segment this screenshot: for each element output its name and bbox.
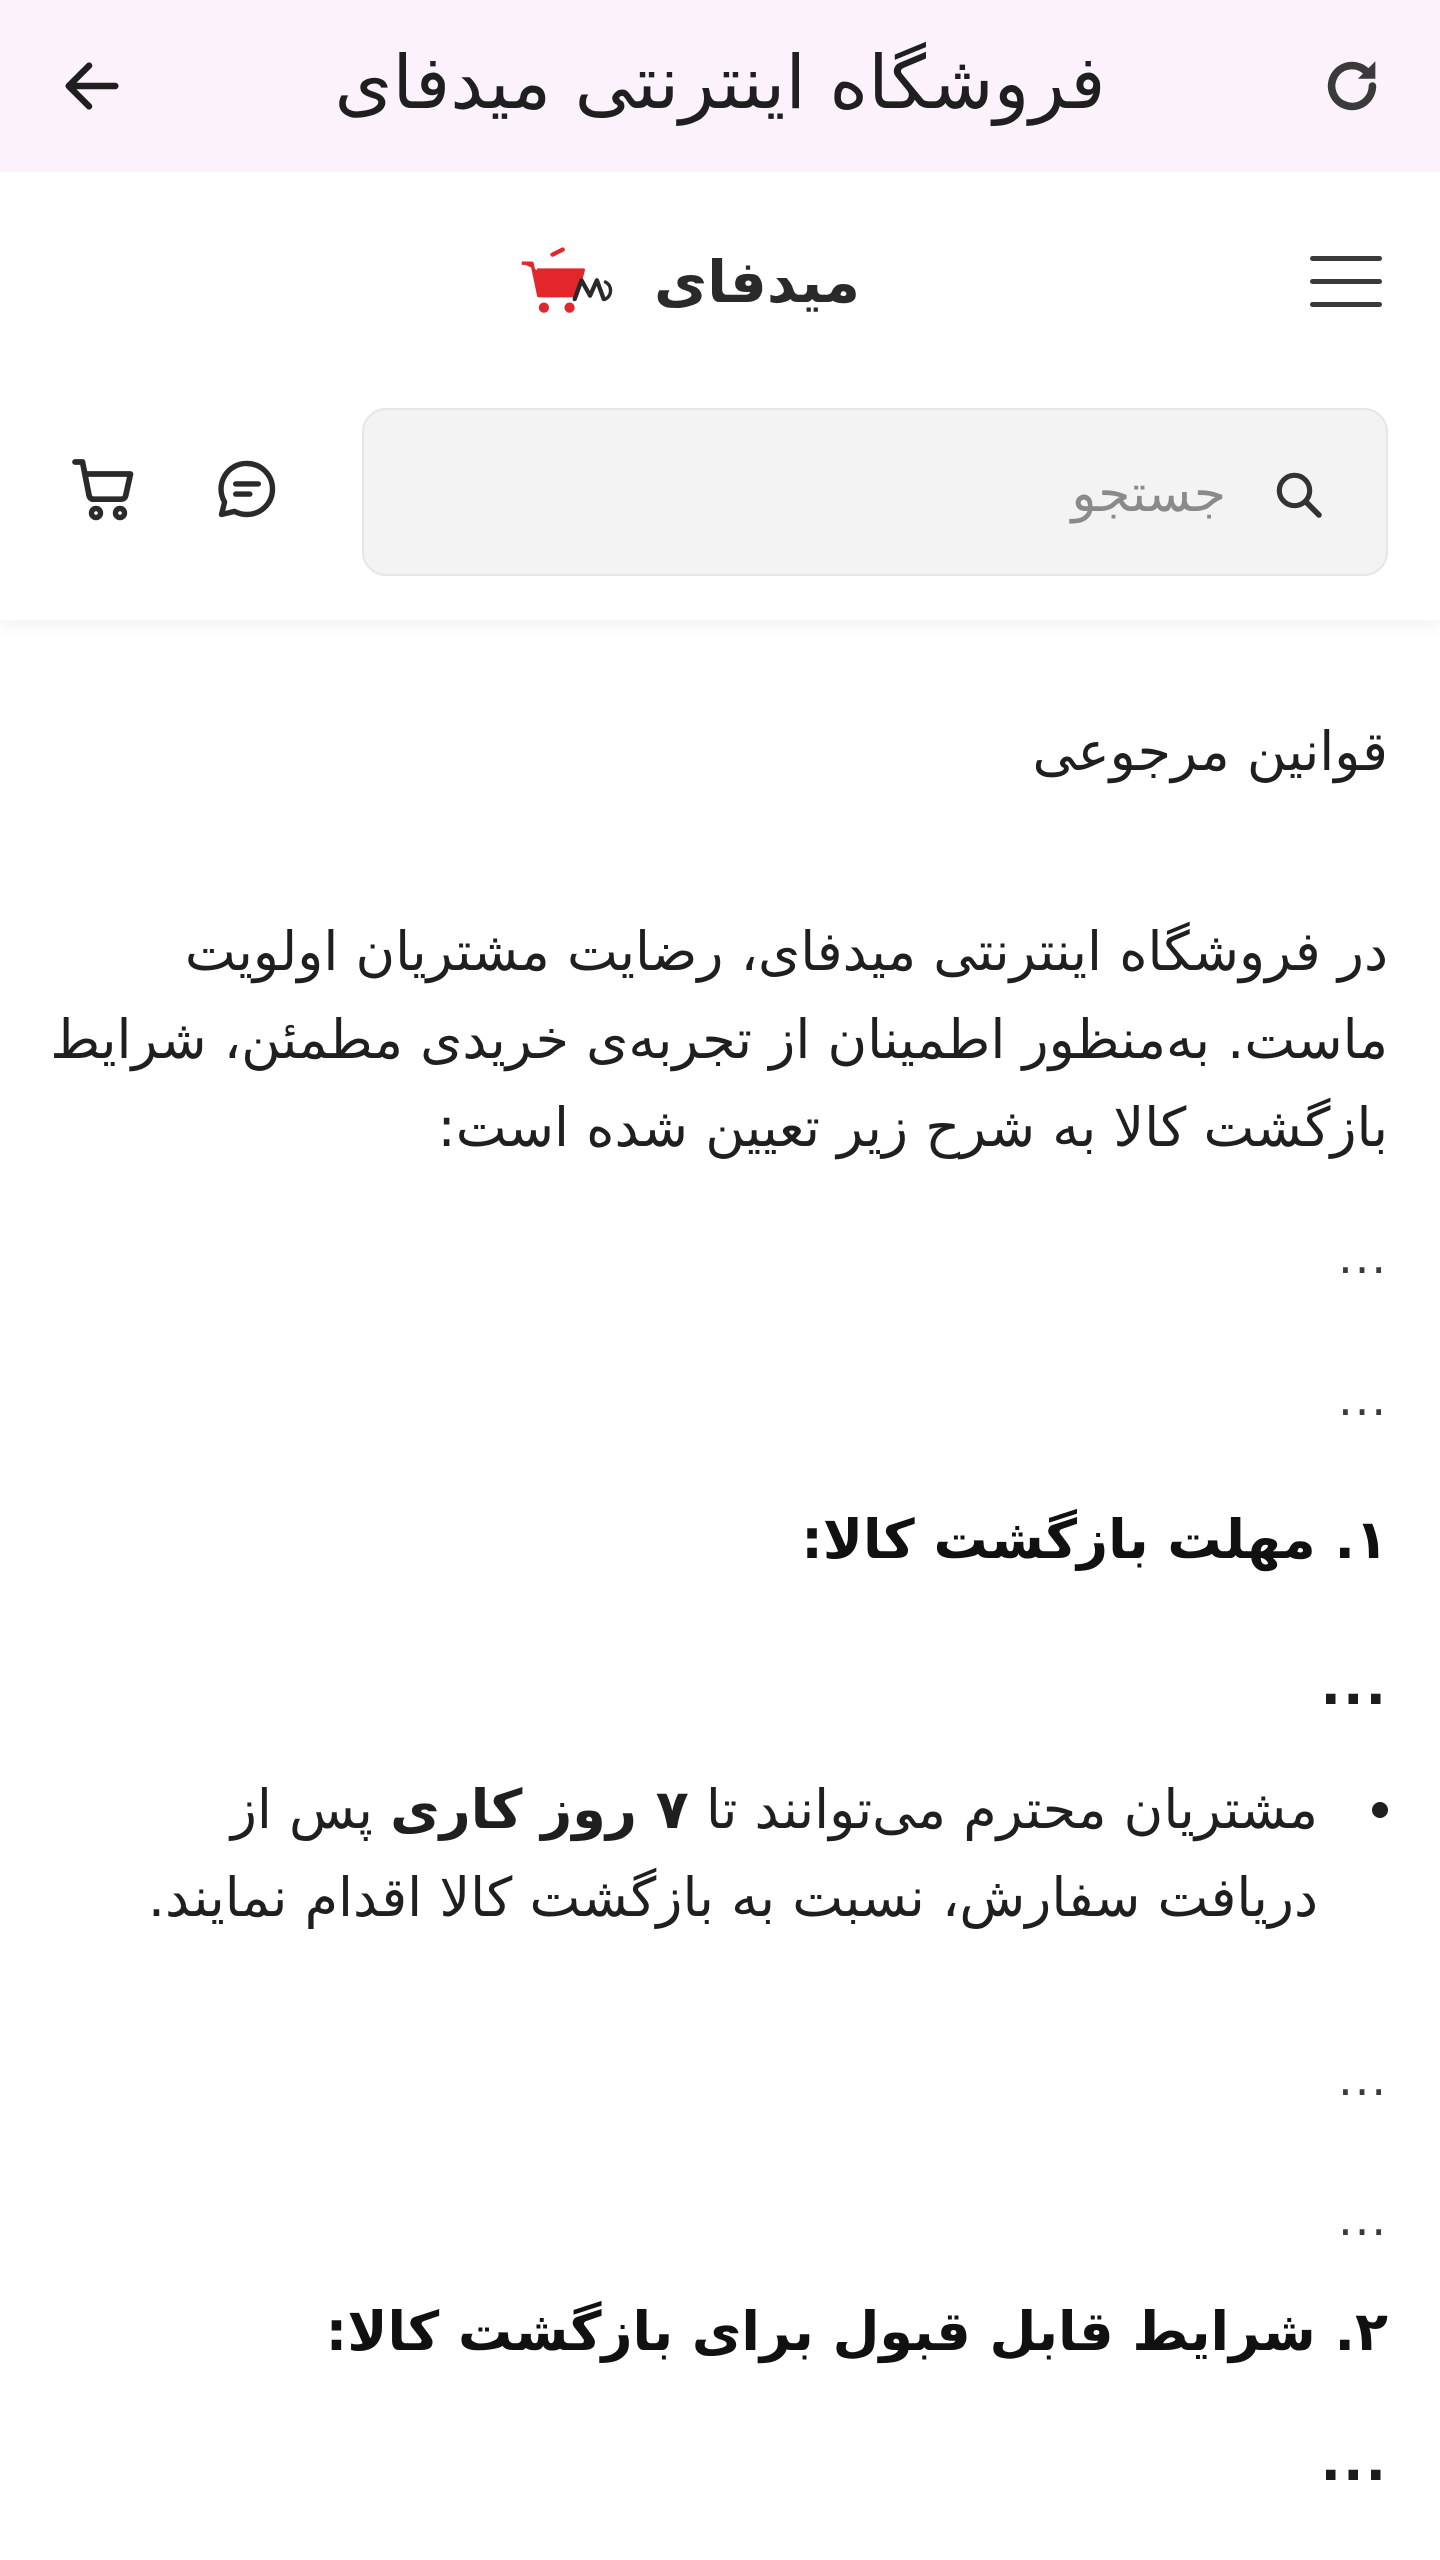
refresh-icon [1327,61,1377,111]
hamburger-menu-icon [1310,256,1382,307]
app-title: فروشگاه اینترنتی میدفای [334,40,1106,126]
chat-button[interactable] [192,434,302,544]
ellipsis: ... [1338,1230,1388,1284]
arrow-left-icon [65,62,119,110]
bullet-text: مشتریان محترم می‌توانند تا [705,1778,1318,1841]
bullet-text: پس از [230,1778,373,1841]
search-icon [1276,472,1322,518]
bullet-bold-text: ۷ روز کاری [390,1778,689,1841]
intro-line: در فروشگاه اینترنتی میدفای، رضایت مشتریا… [184,920,1388,983]
refresh-button[interactable] [1302,36,1402,136]
cart-icon [72,459,134,521]
site-header: میدفای جستجو [0,172,1440,620]
ellipsis: ... [1338,1372,1388,1426]
intro-line: بازگشت کالا به شرح زیر تعیین شده است: [437,1096,1388,1159]
cart-logo-icon [521,247,613,313]
search-input[interactable]: جستجو [362,408,1388,576]
logo-text: میدفای [653,248,860,316]
list-item: مشتریان محترم می‌توانند تا ۷ روز کاری پس… [70,1766,1388,1942]
ellipsis: ... [1320,2430,1388,2493]
ellipsis: ... [1338,2192,1388,2246]
menu-button[interactable] [1296,232,1396,332]
intro-line: ماست. به‌منظور اطمینان از تجربه‌ی خریدی … [50,1008,1388,1071]
back-button[interactable] [42,36,142,136]
ellipsis: ... [1338,2052,1388,2106]
intro-paragraph: در فروشگاه اینترنتی میدفای، رضایت مشتریا… [50,908,1388,1172]
bullet-dot [1372,1802,1388,1818]
ellipsis: ... [1320,1654,1388,1717]
chat-icon [218,460,276,518]
section-title: ۱. مهلت بازگشت کالا: [801,1508,1388,1571]
page-title: قوانین مرجوعی [1032,720,1388,783]
section-title: ۲. شرایط قابل قبول برای بازگشت کالا: [325,2300,1388,2363]
bullet-text: دریافت سفارش، نسبت به بازگشت کالا اقدام … [147,1866,1318,1929]
search-placeholder: جستجو [1071,464,1226,524]
site-logo[interactable]: میدفای [520,232,860,332]
cart-button[interactable] [50,434,160,544]
app-bar: فروشگاه اینترنتی میدفای [0,0,1440,172]
